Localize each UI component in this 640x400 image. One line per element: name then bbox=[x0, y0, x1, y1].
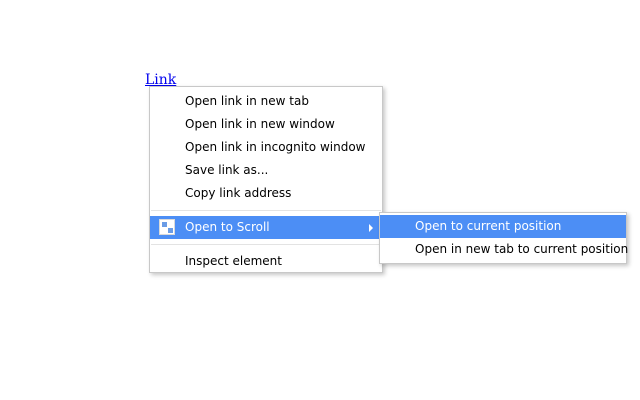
menu-item-label: Save link as... bbox=[185, 163, 269, 177]
menu-separator bbox=[151, 244, 381, 245]
menu-item-label: Inspect element bbox=[185, 254, 282, 268]
menu-item-label: Open to Scroll bbox=[185, 220, 270, 234]
menu-item-open-to-scroll[interactable]: Open to Scroll bbox=[150, 216, 382, 239]
menu-item-save-link-as[interactable]: Save link as... bbox=[150, 159, 382, 182]
menu-item-label: Open in new tab to current position bbox=[415, 242, 629, 256]
extension-icon bbox=[159, 219, 175, 235]
submenu-item-open-current-position[interactable]: Open to current position bbox=[380, 215, 626, 238]
menu-item-label: Open link in new tab bbox=[185, 94, 309, 108]
submenu-item-open-new-tab-current-position[interactable]: Open in new tab to current position bbox=[380, 238, 629, 261]
menu-separator bbox=[151, 210, 381, 211]
submenu-arrow-icon bbox=[369, 224, 373, 232]
menu-item-label: Copy link address bbox=[185, 186, 292, 200]
menu-item-label: Open link in new window bbox=[185, 117, 335, 131]
submenu-open-to-scroll: Open to current position Open in new tab… bbox=[379, 212, 629, 264]
menu-item-label: Open link in incognito window bbox=[185, 140, 366, 154]
context-menu: Open link in new tab Open link in new wi… bbox=[149, 86, 383, 273]
menu-item-open-link-new-tab[interactable]: Open link in new tab bbox=[150, 90, 382, 113]
menu-item-label: Open to current position bbox=[415, 219, 562, 233]
menu-item-open-link-new-window[interactable]: Open link in new window bbox=[150, 113, 382, 136]
menu-item-copy-link-address[interactable]: Copy link address bbox=[150, 182, 382, 205]
menu-item-open-link-incognito[interactable]: Open link in incognito window bbox=[150, 136, 382, 159]
browser-page: Link Open link in new tab Open link in n… bbox=[0, 0, 640, 400]
menu-item-inspect-element[interactable]: Inspect element bbox=[150, 250, 382, 273]
